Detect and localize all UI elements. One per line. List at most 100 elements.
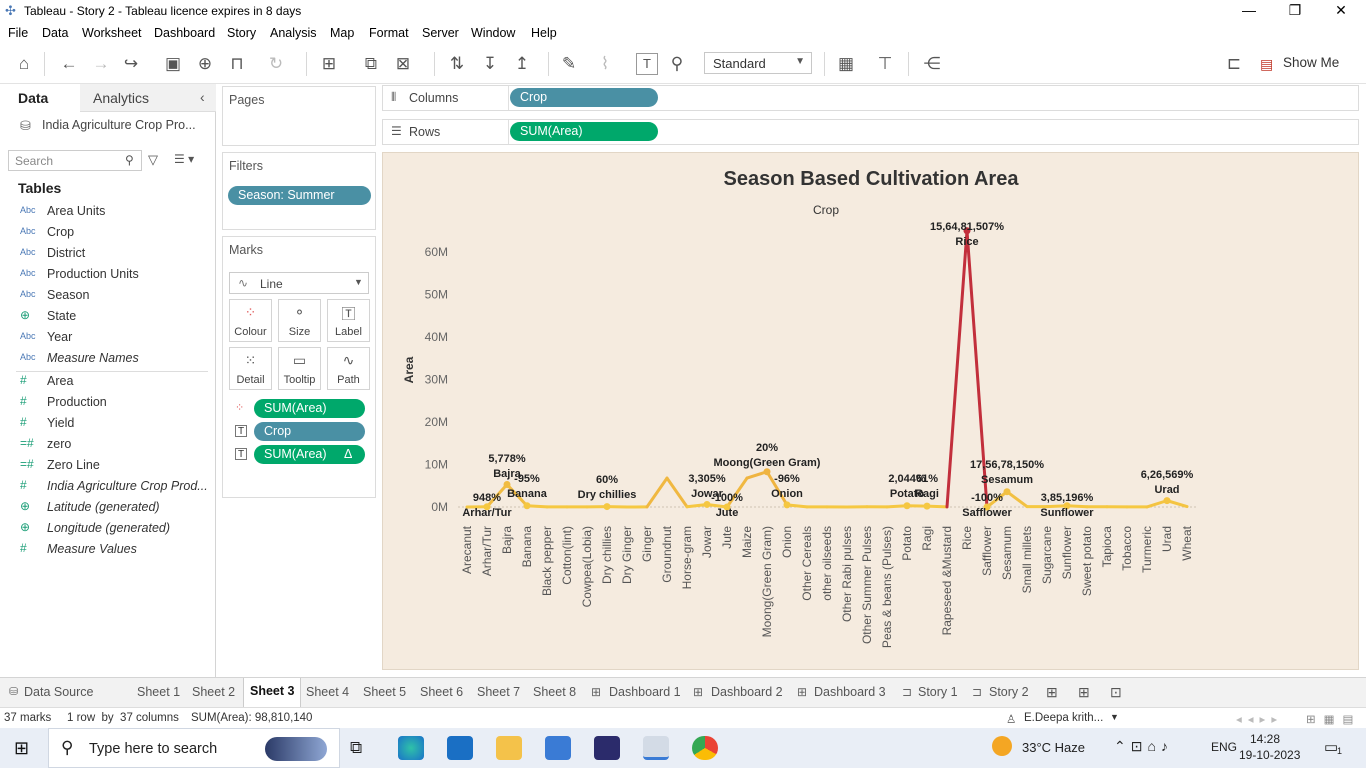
tab-sheet-3[interactable]: Sheet 3 — [243, 678, 302, 708]
mark-type-dropdown[interactable]: ∿ Line ▼ — [229, 272, 369, 294]
columns-shelf[interactable]: ⦀ Columns Crop — [382, 85, 1359, 111]
menu-analysis[interactable]: Analysis — [270, 26, 317, 40]
tab-sheet-7[interactable]: Sheet 7 — [477, 685, 520, 699]
teams-like-icon[interactable] — [594, 736, 620, 760]
chrome-icon[interactable] — [692, 736, 718, 760]
field-year[interactable]: Abc Year — [0, 327, 214, 348]
field-area[interactable]: # Area — [0, 371, 214, 392]
replay-icon[interactable]: ↪ — [120, 53, 142, 75]
tab-sheet-6[interactable]: Sheet 6 — [420, 685, 463, 699]
menu-story[interactable]: Story — [227, 26, 256, 40]
weather-text[interactable]: 33°C Haze — [1022, 740, 1085, 755]
highlight-icon[interactable]: ✎ — [558, 53, 580, 75]
show-labels-icon[interactable]: T — [636, 53, 658, 75]
tab-dashboard-2[interactable]: Dashboard 2 — [711, 685, 783, 699]
new-story-tab-icon[interactable]: ⊡ — [1110, 684, 1122, 701]
menu-format[interactable]: Format — [369, 26, 409, 40]
edge-icon[interactable] — [398, 736, 424, 760]
attach-icon[interactable]: ⌇ — [594, 53, 616, 75]
rows-shelf[interactable]: ☰ Rows SUM(Area) — [382, 119, 1359, 145]
show-me-button[interactable]: Show Me — [1283, 55, 1339, 70]
save-icon[interactable]: ▣ — [162, 53, 184, 75]
menu-data[interactable]: Data — [42, 26, 68, 40]
tab-sheet-1[interactable]: Sheet 1 — [137, 685, 180, 699]
task-view-icon[interactable]: ⧉ — [350, 738, 362, 758]
menu-worksheet[interactable]: Worksheet — [82, 26, 142, 40]
tooltip-button[interactable]: ▭ Tooltip — [278, 347, 321, 390]
menu-map[interactable]: Map — [330, 26, 354, 40]
close-button[interactable]: ✕ — [1318, 2, 1364, 20]
tab-data-source[interactable]: Data Source — [24, 685, 93, 699]
detail-button[interactable]: ⁙ Detail — [229, 347, 272, 390]
clear-sheet-icon[interactable]: ⊠ — [392, 53, 414, 75]
collapse-pane-icon[interactable]: ‹ — [200, 89, 205, 105]
tab-sheet-5[interactable]: Sheet 5 — [363, 685, 406, 699]
menu-file[interactable]: File — [8, 26, 28, 40]
status-user[interactable]: E.Deepa krith... — [1024, 712, 1103, 724]
tab-dashboard-1[interactable]: Dashboard 1 — [609, 685, 681, 699]
file-explorer-icon[interactable] — [496, 736, 522, 760]
tab-sheet-2[interactable]: Sheet 2 — [192, 685, 235, 699]
rows-pill-sum-area[interactable]: SUM(Area) — [510, 122, 658, 141]
sort-desc-icon[interactable]: ↥ — [511, 53, 533, 75]
duplicate-icon[interactable]: ⧉ — [360, 53, 382, 75]
swap-icon[interactable]: ⇅ — [446, 53, 468, 75]
tab-dashboard-3[interactable]: Dashboard 3 — [814, 685, 886, 699]
new-datasource-icon[interactable]: ⊕ — [194, 53, 216, 75]
fit-dropdown[interactable]: Standard ▼ — [704, 52, 812, 74]
tray-icons[interactable]: ⌃⊡⌂♪ — [1114, 738, 1173, 755]
field-state[interactable]: ⊕ State — [0, 306, 214, 327]
field-district[interactable]: Abc District — [0, 243, 214, 264]
menu-window[interactable]: Window — [471, 26, 515, 40]
tab-data[interactable]: Data — [18, 90, 48, 106]
tableau-taskbar-icon[interactable] — [643, 736, 669, 760]
maximize-button[interactable]: ❐ — [1272, 2, 1318, 20]
columns-pill-crop[interactable]: Crop — [510, 88, 658, 107]
mail-icon[interactable] — [447, 736, 473, 760]
datasource-name[interactable]: India Agriculture Crop Pro... — [42, 118, 196, 132]
taskbar-search[interactable]: ⚲ Type here to search — [48, 728, 340, 768]
show-cards-icon[interactable]: ▦ — [835, 53, 857, 75]
tab-story-1[interactable]: Story 1 — [918, 685, 958, 699]
field-production-units[interactable]: Abc Production Units — [0, 264, 214, 285]
filter-pill-season[interactable]: Season: Summer — [228, 186, 371, 205]
share-icon[interactable]: ⋲ — [921, 53, 943, 75]
search-input[interactable]: Search ⚲ — [8, 150, 142, 171]
windows-start-icon[interactable]: ⊞ — [14, 738, 29, 759]
colour-button[interactable]: ⁘ Colour — [229, 299, 272, 342]
mark-pill-label-crop[interactable]: Crop — [254, 422, 365, 441]
view-toggle-icon[interactable]: ⊞▦▤ — [1306, 712, 1361, 726]
pages-card[interactable]: Pages — [222, 86, 376, 146]
tab-story-2[interactable]: Story 2 — [989, 685, 1029, 699]
menu-dashboard[interactable]: Dashboard — [154, 26, 215, 40]
field-measure-names[interactable]: Abc Measure Names — [0, 348, 214, 369]
field-zero-line[interactable]: =# Zero Line — [0, 455, 214, 476]
field-longitude-generated[interactable]: ⊕ Longitude (generated) — [0, 518, 214, 539]
mark-pill-label-sum-area[interactable]: SUM(Area) Δ — [254, 445, 365, 464]
field-season[interactable]: Abc Season — [0, 285, 214, 306]
minimize-button[interactable]: — — [1226, 2, 1272, 20]
new-worksheet-icon[interactable]: ⊞ — [318, 53, 340, 75]
nav-arrows-icon[interactable]: ◂◂▸▸ — [1236, 712, 1283, 726]
mark-pill-colour-sum-area[interactable]: SUM(Area) — [254, 399, 365, 418]
language-indicator[interactable]: ENG — [1211, 740, 1237, 754]
presentation-icon[interactable]: ⊤ — [874, 53, 896, 75]
view-options-icon[interactable]: ☰ ▾ — [174, 152, 194, 166]
line-chart[interactable]: Season Based Cultivation Area Crop Area 0M 1… — [383, 153, 1360, 671]
field-measure-values[interactable]: # Measure Values — [0, 539, 214, 560]
tab-sheet-8[interactable]: Sheet 8 — [533, 685, 576, 699]
chevron-down-icon[interactable]: ▼ — [1110, 712, 1119, 722]
filter-icon[interactable]: ▽ — [148, 152, 158, 168]
pin-icon[interactable]: ⚲ — [666, 53, 688, 75]
redo-icon[interactable]: → — [90, 53, 112, 75]
field-zero[interactable]: =# zero — [0, 434, 214, 455]
field-area-units[interactable]: Abc Area Units — [0, 201, 214, 222]
path-button[interactable]: ∿ Path — [327, 347, 370, 390]
clock-date[interactable]: 19-10-2023 — [1239, 748, 1300, 762]
viz-area[interactable]: Season Based Cultivation Area Crop Area 0M 1… — [382, 152, 1359, 670]
field-production[interactable]: # Production — [0, 392, 214, 413]
field-latitude-generated[interactable]: ⊕ Latitude (generated) — [0, 497, 214, 518]
tab-sheet-4[interactable]: Sheet 4 — [306, 685, 349, 699]
field-yield[interactable]: # Yield — [0, 413, 214, 434]
pause-updates-icon[interactable]: ⊓ — [226, 53, 248, 75]
